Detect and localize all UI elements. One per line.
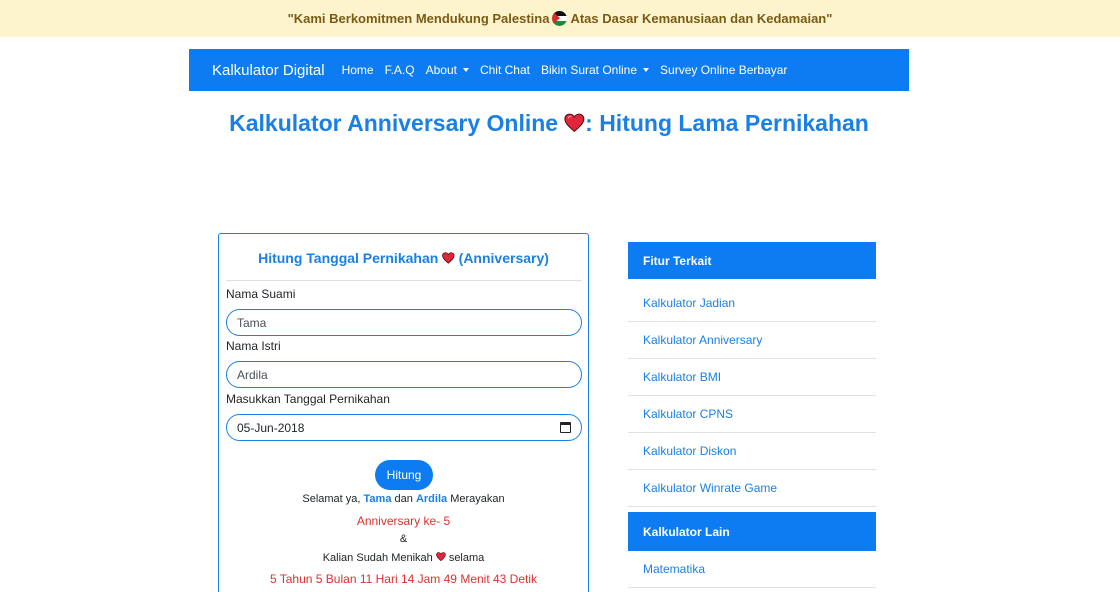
result-duration: 5 Tahun 5 Bulan 11 Hari 14 Jam 49 Menit … <box>269 572 538 586</box>
wife-name-label: Nama Istri <box>226 339 281 353</box>
card-divider <box>226 280 582 281</box>
caret-down-icon <box>462 68 469 72</box>
nav-link-faq[interactable]: F.A.Q <box>385 63 415 77</box>
page-title-part1: Kalkulator Anniversary Online <box>229 110 559 136</box>
result-married: Kalian Sudah Menikah selama <box>322 552 485 564</box>
calendar-icon[interactable] <box>560 422 571 433</box>
other-calculators-list: Matematika <box>628 551 876 588</box>
page-title-part2: : Hitung Lama Pernikahan <box>585 110 869 136</box>
anniversary-calculator-card: Hitung Tanggal Pernikahan (Anniversary) … <box>218 233 589 592</box>
caret-down-icon <box>643 68 650 72</box>
announcement-banner: "Kami Berkomitmen Mendukung Palestina At… <box>0 0 1120 37</box>
sidebar-item-matematika[interactable]: Matematika <box>628 551 876 588</box>
heart-icon <box>564 113 585 133</box>
result-husband-name: Tama <box>363 493 392 505</box>
husband-name-label: Nama Suami <box>226 287 296 301</box>
banner-text-before: "Kami Berkomitmen Mendukung Palestina <box>287 11 550 26</box>
nav-link-survey[interactable]: Survey Online Berbayar <box>660 63 787 77</box>
hitung-button[interactable]: Hitung <box>375 460 433 490</box>
nav-dropdown-bikin-surat[interactable]: Bikin Surat Online <box>541 63 650 77</box>
husband-name-input[interactable] <box>226 309 582 336</box>
main-navbar: Kalkulator Digital Home F.A.Q About Chit… <box>189 49 909 91</box>
result-congrats: Selamat ya, Tama dan Ardila Merayakan <box>302 493 505 505</box>
result-ampersand: & <box>399 533 408 545</box>
sidebar-item-kalkulator-cpns[interactable]: Kalkulator CPNS <box>628 396 876 433</box>
wedding-date-label: Masukkan Tanggal Pernikahan <box>226 392 390 406</box>
wedding-date-input[interactable]: 05-Jun-2018 <box>226 414 582 441</box>
sidebar-item-kalkulator-diskon[interactable]: Kalkulator Diskon <box>628 433 876 470</box>
card-title: Hitung Tanggal Pernikahan (Anniversary) <box>258 250 549 266</box>
page-title: Kalkulator Anniversary Online : Hitung L… <box>0 110 1098 137</box>
result-anniversary: Anniversary ke- 5 <box>356 514 451 528</box>
nav-link-home[interactable]: Home <box>342 63 374 77</box>
palestine-flag-icon <box>552 11 568 26</box>
sidebar-item-kalkulator-anniversary[interactable]: Kalkulator Anniversary <box>628 322 876 359</box>
related-features-header: Fitur Terkait <box>628 242 876 279</box>
wife-name-input[interactable] <box>226 361 582 388</box>
other-calculators-header: Kalkulator Lain <box>628 512 876 551</box>
heart-icon <box>442 252 455 264</box>
nav-dropdown-about[interactable]: About <box>426 63 469 77</box>
related-features-list: Kalkulator Jadian Kalkulator Anniversary… <box>628 285 876 507</box>
nav-link-chit-chat[interactable]: Chit Chat <box>480 63 530 77</box>
sidebar-item-kalkulator-winrate-game[interactable]: Kalkulator Winrate Game <box>628 470 876 507</box>
navbar-brand[interactable]: Kalkulator Digital <box>212 62 325 79</box>
result-wife-name: Ardila <box>415 493 448 505</box>
heart-icon <box>435 552 446 562</box>
wedding-date-value: 05-Jun-2018 <box>237 420 305 435</box>
banner-text-after: Atas Dasar Kemanusiaan dan Kedamaian" <box>570 11 833 26</box>
sidebar-item-kalkulator-jadian[interactable]: Kalkulator Jadian <box>628 285 876 322</box>
sidebar-item-kalkulator-bmi[interactable]: Kalkulator BMI <box>628 359 876 396</box>
